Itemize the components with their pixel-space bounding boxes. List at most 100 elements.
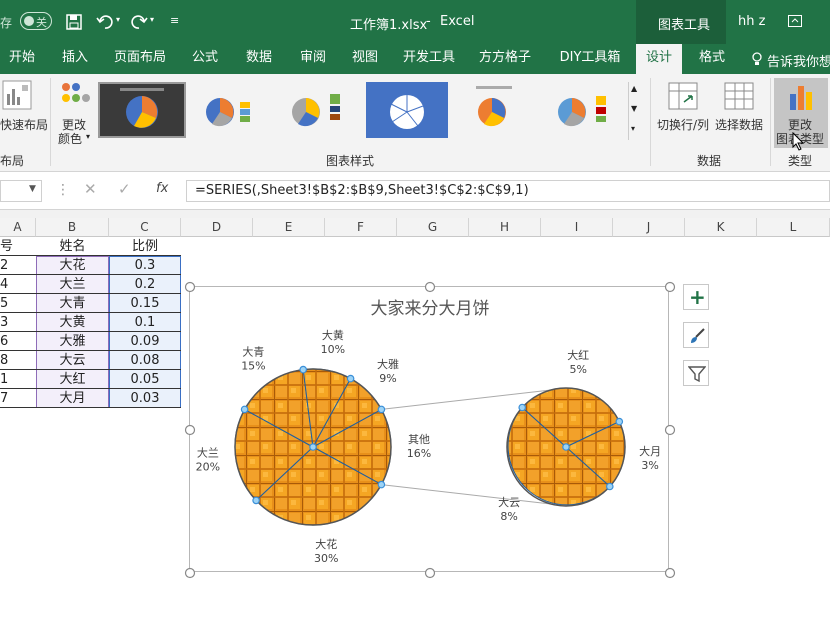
tab-page-layout[interactable]: 页面布局 [108, 44, 172, 74]
cell-ratio[interactable]: 0.2 [109, 275, 181, 294]
name-box[interactable]: ▼ [0, 180, 42, 202]
cell-id[interactable]: 1 [0, 370, 36, 389]
chart-style-6[interactable] [546, 82, 626, 138]
column-header-i[interactable]: I [541, 218, 613, 237]
main-pie-handle[interactable] [299, 365, 308, 374]
cell-name[interactable]: 大月 [36, 389, 109, 408]
change-colors-dropdown-icon[interactable]: ▾ [86, 132, 90, 141]
column-header-g[interactable]: G [397, 218, 469, 237]
column-header-j[interactable]: J [613, 218, 685, 237]
change-colors-icon[interactable] [60, 80, 90, 110]
chart-resize-handle[interactable] [184, 281, 196, 293]
tab-insert[interactable]: 插入 [52, 44, 98, 74]
column-header-f[interactable]: F [325, 218, 397, 237]
tab-diy-toolbox[interactable]: DIY工具箱 [548, 44, 632, 74]
chart-resize-handle[interactable] [424, 567, 436, 579]
gallery-scroll[interactable]: ▲ ▼ ▾ [628, 82, 642, 140]
header-cell-ratio[interactable]: 比例 [109, 237, 181, 256]
main-pie-handle[interactable] [252, 496, 260, 505]
column-header-h[interactable]: H [469, 218, 541, 237]
cell-name[interactable]: 大青 [36, 294, 109, 313]
chart-styles-button[interactable] [683, 322, 709, 348]
quick-layout-button[interactable]: 快速布局 [0, 116, 48, 133]
chart-style-1[interactable] [98, 82, 186, 138]
column-header-d[interactable]: D [181, 218, 253, 237]
column-header-a[interactable]: A [0, 218, 36, 237]
cell-id[interactable]: 7 [0, 389, 36, 408]
save-icon[interactable] [66, 14, 82, 30]
data-label[interactable]: 大红 5% [567, 348, 589, 376]
cell-id[interactable]: 6 [0, 332, 36, 351]
secondary-pie-center-handle[interactable] [562, 443, 570, 451]
data-label[interactable]: 大黄 10% [321, 328, 345, 356]
customize-qat-icon[interactable]: ≡ [170, 14, 179, 27]
tab-home[interactable]: 开始 [0, 44, 44, 74]
switch-row-col-icon[interactable] [668, 82, 698, 110]
autosave-toggle[interactable]: 关 [20, 12, 52, 30]
chart-resize-handle[interactable] [184, 567, 196, 579]
data-label[interactable]: 大月 3% [639, 444, 661, 472]
tab-data[interactable]: 数据 [236, 44, 282, 74]
secondary-pie-handle[interactable] [605, 482, 614, 491]
formula-input[interactable]: =SERIES(,Sheet3!$B$2:$B$9,Sheet3!$C$2:$C… [186, 180, 830, 202]
cell-name[interactable]: 大红 [36, 370, 109, 389]
data-label[interactable]: 大雅 9% [377, 357, 399, 385]
chart-filters-button[interactable] [683, 360, 709, 386]
tab-fangfang[interactable]: 方方格子 [472, 44, 538, 74]
undo-icon[interactable] [96, 14, 114, 30]
cell-ratio[interactable]: 0.1 [109, 313, 181, 332]
main-pie-handle[interactable] [377, 480, 386, 489]
cell-id[interactable]: 4 [0, 275, 36, 294]
secondary-pie-handle[interactable] [518, 403, 527, 412]
undo-dropdown-icon[interactable]: ▾ [116, 15, 120, 24]
cell-id[interactable]: 2 [0, 256, 36, 275]
chart-style-2[interactable] [190, 82, 270, 138]
cell-ratio[interactable]: 0.05 [109, 370, 181, 389]
insert-function-icon[interactable]: fx [156, 181, 168, 196]
name-box-dropdown-icon[interactable]: ▼ [29, 184, 36, 194]
cell-name[interactable]: 大兰 [36, 275, 109, 294]
pie-of-pie-chart[interactable]: 大家来分大月饼 其他 16% 大花 30% 大兰 20% 大青 15% 大黄 10% 大雅 9% 大红 5… [184, 281, 676, 579]
worksheet[interactable]: A B C D E F G H I J K L 号 姓名 比例 2 大花 0.3 4 大… [0, 218, 830, 618]
cell-name[interactable]: 大云 [36, 351, 109, 370]
select-data-button[interactable]: 选择数据 [715, 116, 763, 133]
chart-elements-button[interactable]: + [683, 284, 709, 310]
cell-ratio[interactable]: 0.08 [109, 351, 181, 370]
tab-formulas[interactable]: 公式 [182, 44, 228, 74]
tab-view[interactable]: 视图 [342, 44, 388, 74]
data-label[interactable]: 大青 15% [241, 344, 265, 372]
data-label[interactable]: 大花 30% [314, 537, 338, 565]
quick-layout-icon[interactable] [2, 80, 32, 110]
cell-id[interactable]: 5 [0, 294, 36, 313]
chart-resize-handle[interactable] [664, 424, 676, 436]
header-cell-id[interactable]: 号 [0, 237, 36, 256]
ribbon-display-icon[interactable] [788, 15, 802, 27]
cell-id[interactable]: 8 [0, 351, 36, 370]
data-label[interactable]: 大云 8% [498, 495, 520, 523]
tab-developer[interactable]: 开发工具 [396, 44, 462, 74]
cancel-formula-icon[interactable]: ✕ [84, 180, 97, 198]
cell-name[interactable]: 大黄 [36, 313, 109, 332]
redo-icon[interactable] [130, 14, 148, 30]
cell-ratio[interactable]: 0.3 [109, 256, 181, 275]
data-label[interactable]: 其他 16% [407, 433, 431, 460]
main-pie-handle[interactable] [346, 374, 355, 383]
column-header-b[interactable]: B [36, 218, 109, 237]
column-header-e[interactable]: E [253, 218, 325, 237]
column-header-k[interactable]: K [685, 218, 757, 237]
cell-name[interactable]: 大花 [36, 256, 109, 275]
main-pie-handle[interactable] [240, 405, 249, 414]
gallery-down-icon[interactable]: ▼ [631, 104, 637, 113]
chart-title[interactable]: 大家来分大月饼 [371, 299, 490, 319]
tell-me-input[interactable]: 告诉我你想 [767, 51, 830, 70]
select-data-icon[interactable] [724, 82, 754, 110]
data-label[interactable]: 大兰 20% [196, 445, 220, 473]
tab-design[interactable]: 设计 [636, 44, 682, 74]
gallery-up-icon[interactable]: ▲ [631, 84, 637, 93]
secondary-pie-handle[interactable] [615, 417, 624, 426]
cell-name[interactable]: 大雅 [36, 332, 109, 351]
tab-review[interactable]: 审阅 [290, 44, 336, 74]
cell-ratio[interactable]: 0.15 [109, 294, 181, 313]
cell-ratio[interactable]: 0.09 [109, 332, 181, 351]
column-header-l[interactable]: L [757, 218, 830, 237]
